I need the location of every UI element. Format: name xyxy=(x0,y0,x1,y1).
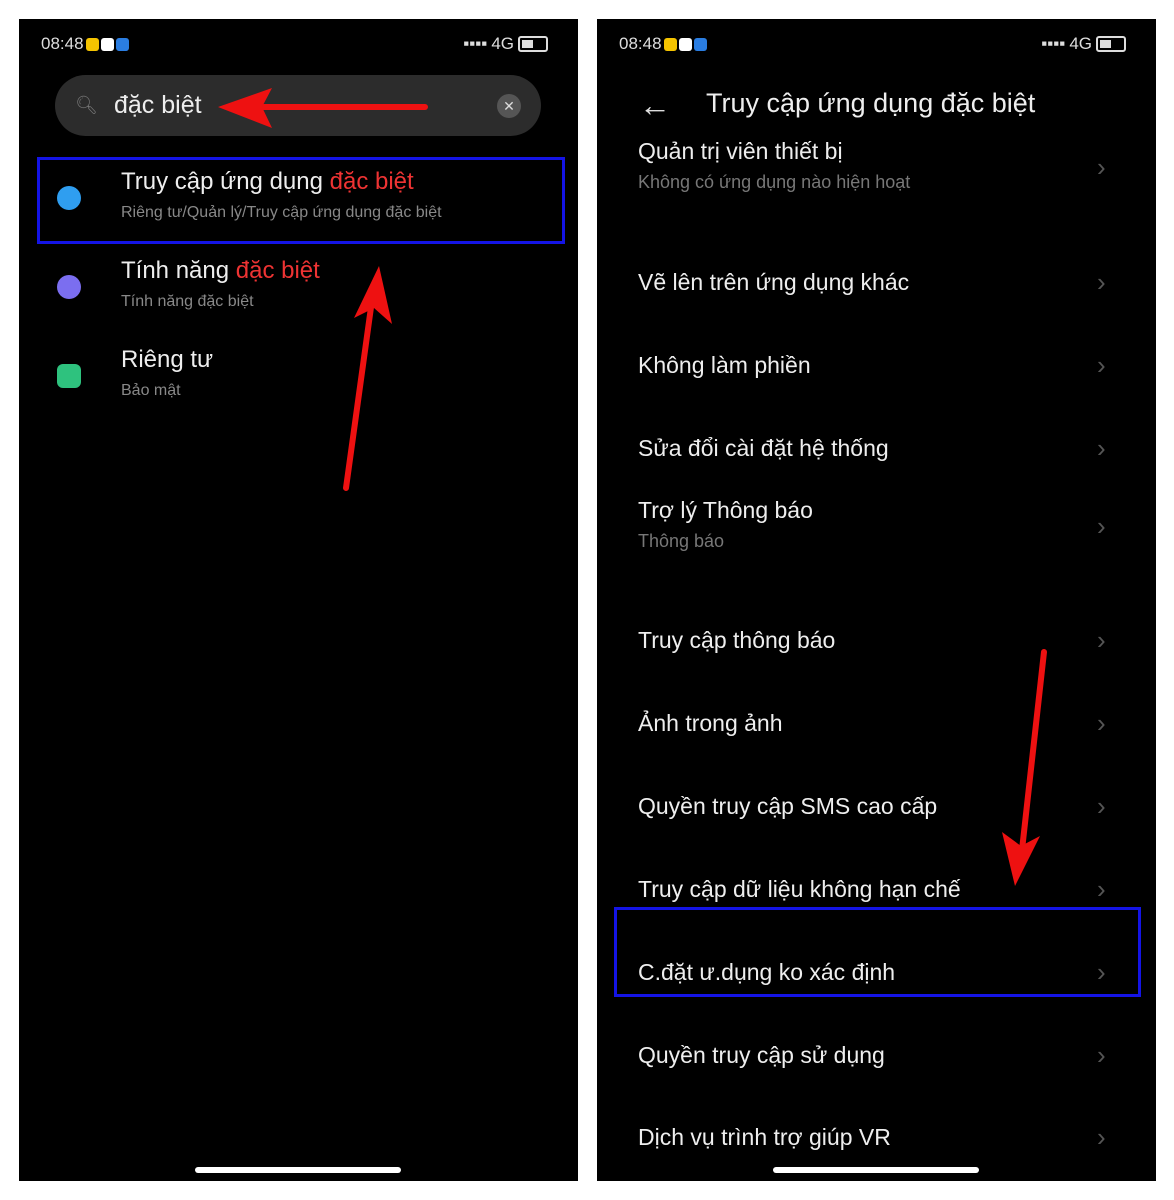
item-label: Truy cập dữ liệu không hạn chế xyxy=(638,876,961,902)
settings-item[interactable]: Không làm phiền › xyxy=(597,326,1156,409)
signal-icon: ▪▪▪▪ xyxy=(463,34,488,53)
network-type: 4G xyxy=(491,34,514,53)
app-notification-icon xyxy=(693,37,707,51)
settings-item[interactable]: Quyền truy cập sử dụng › xyxy=(597,1016,1156,1099)
chevron-right-icon: › xyxy=(1097,511,1106,541)
item-label: Dịch vụ trình trợ giúp VR xyxy=(638,1124,891,1150)
network-type: 4G xyxy=(1069,34,1092,53)
settings-item[interactable]: Trợ lý Thông báo Thông báo › xyxy=(597,491,1156,574)
highlight-box xyxy=(614,907,1141,997)
photos-icon xyxy=(100,37,114,51)
chevron-right-icon: › xyxy=(1097,267,1106,297)
item-label: Vẽ lên trên ứng dụng khác xyxy=(638,269,910,295)
result-privacy[interactable]: Riêng tư Bảo mật xyxy=(19,338,578,424)
search-icon: 🔍︎ xyxy=(75,95,98,115)
chevron-right-icon: › xyxy=(1097,1040,1106,1070)
app-notification-icon xyxy=(115,37,129,51)
settings-item[interactable]: Truy cập thông báo › xyxy=(597,601,1156,684)
page-title: Truy cập ứng dụng đặc biệt xyxy=(706,88,1036,118)
search-value: đặc biệt xyxy=(114,91,202,119)
settings-item[interactable]: Quyền truy cập SMS cao cấp › xyxy=(597,767,1156,850)
clear-search-button[interactable]: ✕ xyxy=(497,94,521,118)
item-label: Truy cập thông báo xyxy=(638,627,836,653)
chevron-right-icon: › xyxy=(1097,874,1106,904)
chevron-right-icon: › xyxy=(1097,708,1106,738)
result-subtitle: Tính năng đặc biệt xyxy=(121,293,254,310)
result-subtitle: Bảo mật xyxy=(121,382,181,399)
highlight-box xyxy=(37,157,565,244)
back-arrow-icon[interactable]: ← xyxy=(639,87,671,124)
chevron-right-icon: › xyxy=(1097,791,1106,821)
right-screen: 08:48 ▪▪▪▪ 4G ← Truy cập ứng dụng đặc biệ… xyxy=(597,19,1156,1181)
battery-icon xyxy=(1096,36,1126,52)
item-label: Trợ lý Thông báo xyxy=(638,497,813,523)
result-match: đặc biệt xyxy=(235,257,320,284)
item-label: Quyền truy cập sử dụng xyxy=(638,1042,885,1068)
photos-icon xyxy=(678,37,692,51)
item-label: Ảnh trong ảnh xyxy=(638,710,783,736)
be-app-icon xyxy=(663,37,677,51)
chevron-right-icon: › xyxy=(1097,152,1106,182)
clock: 08:48 xyxy=(41,34,84,53)
item-label: Sửa đổi cài đặt hệ thống xyxy=(638,435,889,461)
chevron-right-icon: › xyxy=(1097,1122,1106,1152)
settings-item[interactable]: Vẽ lên trên ứng dụng khác › xyxy=(597,243,1156,326)
item-label: Quyền truy cập SMS cao cấp xyxy=(638,793,938,819)
status-bar: 08:48 ▪▪▪▪ 4G xyxy=(619,33,1126,55)
header: ← Truy cập ứng dụng đặc biệt xyxy=(597,79,1156,139)
settings-item[interactable]: Ảnh trong ảnh › xyxy=(597,684,1156,767)
item-label: Quản trị viên thiết bị xyxy=(638,138,843,164)
chevron-right-icon: › xyxy=(1097,625,1106,655)
result-special-features[interactable]: Tính năng đặc biệt Tính năng đặc biệt xyxy=(19,249,578,335)
result-title: Riêng tư xyxy=(121,346,214,373)
item-label: Không làm phiền xyxy=(638,352,811,378)
status-bar: 08:48 ▪▪▪▪ 4G xyxy=(41,33,548,55)
item-subtitle: Không có ứng dụng nào hiện hoạt xyxy=(638,172,911,192)
settings-item[interactable]: Quản trị viên thiết bị Không có ứng dụng … xyxy=(597,132,1156,215)
be-app-icon xyxy=(85,37,99,51)
chevron-right-icon: › xyxy=(1097,433,1106,463)
chevron-right-icon: › xyxy=(1097,350,1106,380)
result-title: Tính năng xyxy=(121,257,236,284)
flask-icon xyxy=(57,275,81,299)
left-screen: 08:48 ▪▪▪▪ 4G 🔍︎ đặc biệt ✕ Truy cập ứng … xyxy=(19,19,578,1181)
shield-icon xyxy=(57,364,81,388)
search-input[interactable]: 🔍︎ đặc biệt ✕ xyxy=(55,75,541,136)
home-indicator[interactable] xyxy=(773,1167,979,1173)
settings-item[interactable]: Sửa đổi cài đặt hệ thống › xyxy=(597,409,1156,492)
item-subtitle: Thông báo xyxy=(638,531,725,551)
battery-icon xyxy=(518,36,548,52)
home-indicator[interactable] xyxy=(195,1167,401,1173)
clock: 08:48 xyxy=(619,34,662,53)
signal-icon: ▪▪▪▪ xyxy=(1041,34,1066,53)
